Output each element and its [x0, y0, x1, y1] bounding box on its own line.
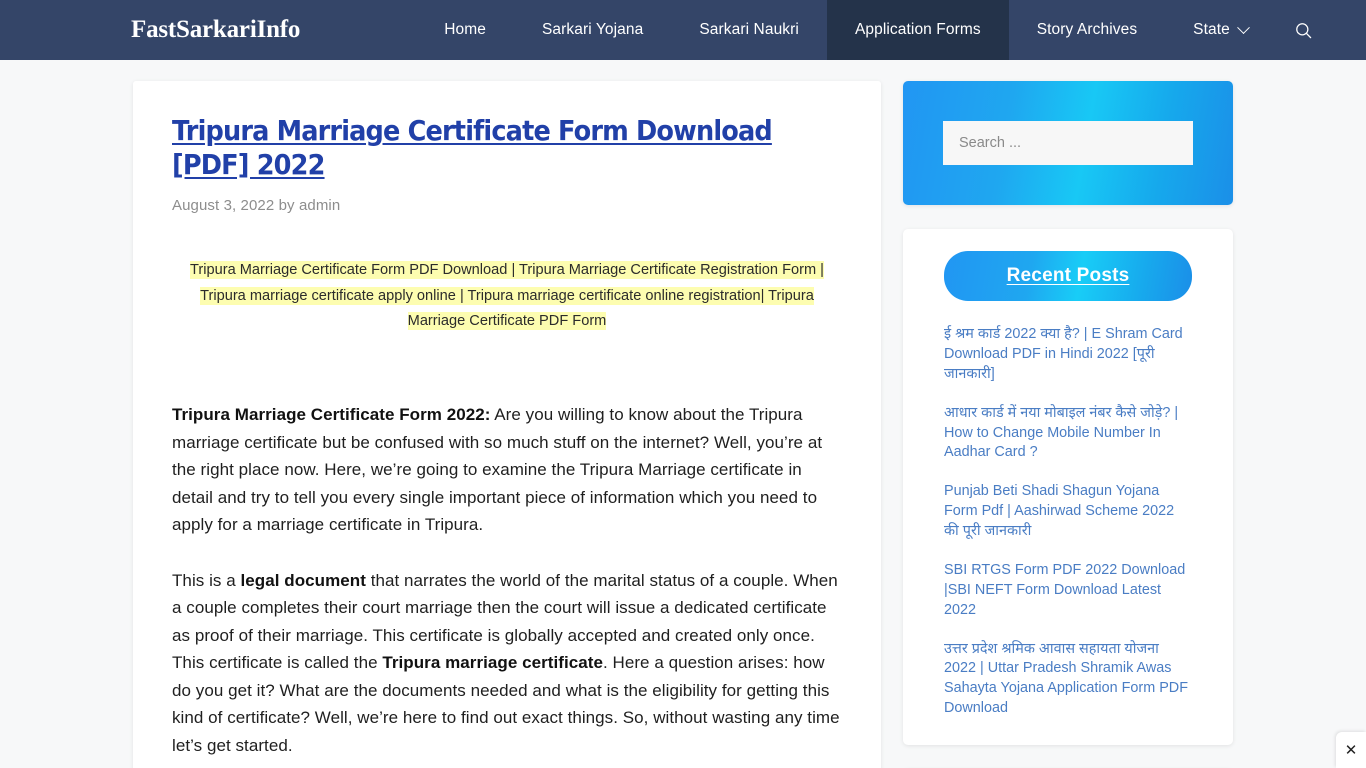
recent-posts-widget: Recent Posts ई श्रम कार्ड 2022 क्या है? …: [903, 229, 1233, 745]
page-title[interactable]: Tripura Marriage Certificate Form Downlo…: [172, 115, 795, 182]
entry-meta: August 3, 2022 by admin: [172, 197, 842, 214]
search-widget: [903, 81, 1233, 205]
site-logo[interactable]: FastSarkariInfo: [0, 0, 300, 60]
paragraph-2-bold1: legal document: [240, 570, 366, 590]
list-item: ई श्रम कार्ड 2022 क्या है? | E Shram Car…: [944, 325, 1192, 385]
recent-posts-title[interactable]: Recent Posts: [944, 251, 1192, 301]
chevron-down-icon: [1237, 20, 1250, 34]
header-search-toggle[interactable]: [1276, 0, 1331, 60]
list-item: आधार कार्ड में नया मोबाइल नंबर कैसे जोड़…: [944, 404, 1192, 464]
close-icon[interactable]: ✕: [1336, 732, 1366, 768]
meta-by-text: by: [278, 197, 295, 215]
list-item: उत्तर प्रदेश श्रमिक आवास सहायता योजना 20…: [944, 640, 1192, 720]
nav-item-state[interactable]: State: [1165, 0, 1276, 60]
keyword-highlight-block: Tripura Marriage Certificate Form PDF Do…: [172, 258, 842, 335]
recent-posts-list: ई श्रम कार्ड 2022 क्या है? | E Shram Car…: [944, 325, 1192, 719]
nav-item-story-archives[interactable]: Story Archives: [1009, 0, 1165, 60]
keyword-highlight-text: Tripura Marriage Certificate Form PDF Do…: [190, 261, 824, 331]
list-item: SBI RTGS Form PDF 2022 Download |SBI NEF…: [944, 561, 1192, 621]
list-item: Punjab Beti Shadi Shagun Yojana Form Pdf…: [944, 482, 1192, 542]
site-header: FastSarkariInfo Home Sarkari Yojana Sark…: [0, 0, 1366, 60]
recent-post-link-3[interactable]: Punjab Beti Shadi Shagun Yojana Form Pdf…: [944, 482, 1192, 542]
header-inner: FastSarkariInfo Home Sarkari Yojana Sark…: [0, 0, 1366, 60]
nav-item-application-forms[interactable]: Application Forms: [826, 0, 1009, 60]
nav-item-sarkari-yojana[interactable]: Sarkari Yojana: [514, 0, 671, 60]
search-input[interactable]: [943, 121, 1193, 165]
nav-item-sarkari-naukri[interactable]: Sarkari Naukri: [671, 0, 827, 60]
paragraph-2-bold2: Tripura marriage certificate: [382, 653, 603, 673]
site-logo-text: FastSarkariInfo: [131, 16, 301, 43]
paragraph-2: This is a legal document that narrates t…: [172, 567, 842, 760]
nav-item-state-label: State: [1193, 21, 1230, 38]
primary-navigation: Home Sarkari Yojana Sarkari Naukri Appli…: [416, 0, 1331, 60]
page-body: Tripura Marriage Certificate Form Downlo…: [0, 60, 1366, 768]
search-icon: [1296, 22, 1312, 38]
recent-post-link-1[interactable]: ई श्रम कार्ड 2022 क्या है? | E Shram Car…: [944, 325, 1192, 385]
recent-post-link-5[interactable]: उत्तर प्रदेश श्रमिक आवास सहायता योजना 20…: [944, 640, 1192, 720]
content-container: Tripura Marriage Certificate Form Downlo…: [133, 60, 1233, 768]
paragraph-1: Tripura Marriage Certificate Form 2022: …: [172, 401, 842, 539]
paragraph-1-lead: Tripura Marriage Certificate Form 2022:: [172, 405, 491, 425]
paragraph-2-part1: This is a: [172, 570, 241, 590]
paragraph-1-rest: Are you willing to know about the Tripur…: [172, 405, 823, 535]
post-date: August 3, 2022: [172, 197, 275, 215]
recent-post-link-4[interactable]: SBI RTGS Form PDF 2022 Download |SBI NEF…: [944, 561, 1192, 621]
article-card: Tripura Marriage Certificate Form Downlo…: [133, 81, 881, 768]
sidebar: Recent Posts ई श्रम कार्ड 2022 क्या है? …: [903, 81, 1233, 768]
entry-content: Tripura Marriage Certificate Form 2022: …: [172, 401, 842, 759]
post-author[interactable]: admin: [299, 197, 340, 214]
recent-post-link-2[interactable]: आधार कार्ड में नया मोबाइल नंबर कैसे जोड़…: [944, 404, 1192, 464]
nav-item-home[interactable]: Home: [416, 0, 514, 60]
